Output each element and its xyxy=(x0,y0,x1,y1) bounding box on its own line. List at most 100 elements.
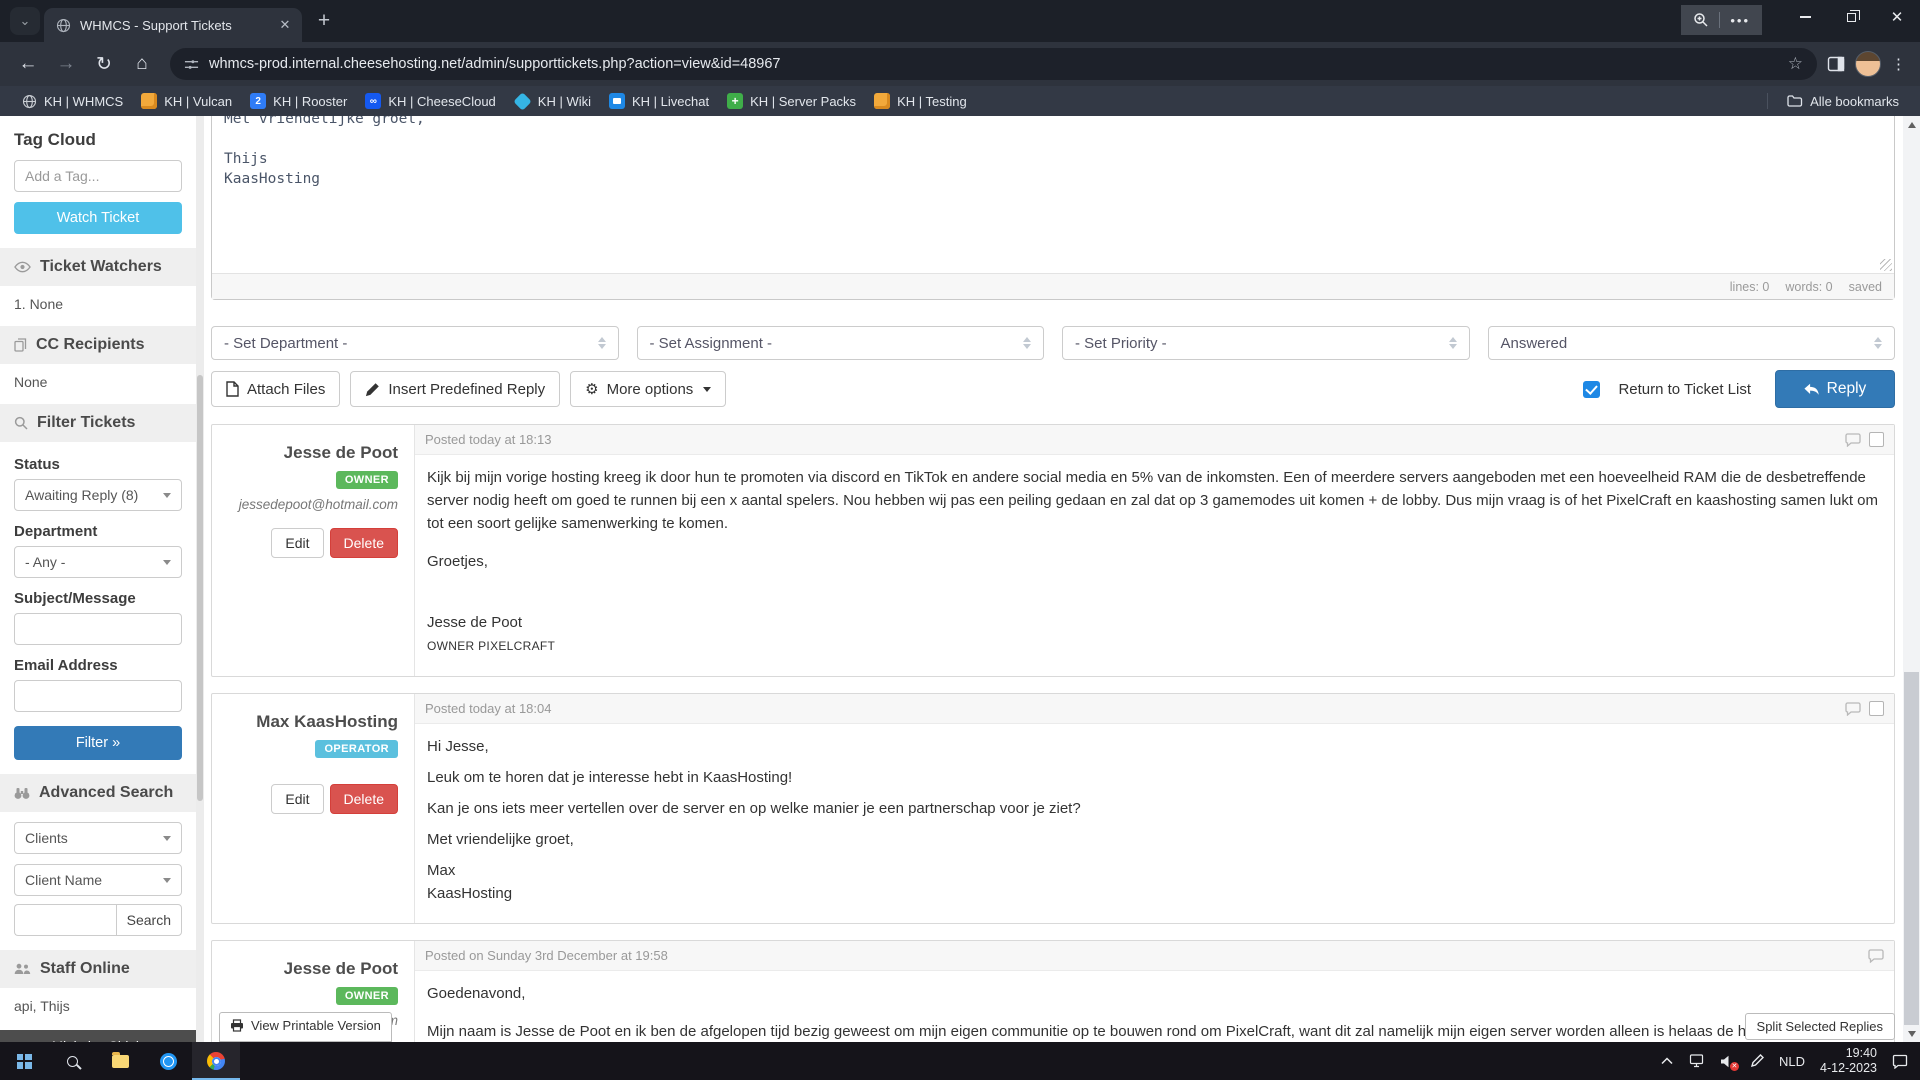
address-bar[interactable]: whmcs-prod.internal.cheesehosting.net/ad… xyxy=(170,48,1817,80)
scrollbar-thumb[interactable] xyxy=(1904,672,1919,1025)
back-button[interactable]: ← xyxy=(10,46,46,82)
page-scrollbar[interactable] xyxy=(1903,116,1920,1042)
select-reply-checkbox[interactable] xyxy=(1869,701,1884,716)
browser-tab[interactable]: WHMCS - Support Tickets ✕ xyxy=(44,8,302,42)
tray-expand-icon[interactable] xyxy=(1661,1057,1673,1065)
subject-message-input[interactable] xyxy=(14,613,182,645)
minimise-sidebar-button[interactable]: « Minimise Sidebar xyxy=(0,1030,196,1042)
textarea-resize-handle[interactable] xyxy=(1880,259,1892,271)
volume-muted-icon[interactable]: ✕ xyxy=(1720,1055,1735,1068)
side-panel-icon[interactable] xyxy=(1827,55,1845,73)
pen-icon[interactable] xyxy=(1750,1054,1764,1068)
delete-reply-button[interactable]: Delete xyxy=(330,528,398,558)
reload-button[interactable]: ↻ xyxy=(86,46,122,82)
bookmark-livechat[interactable]: KH | Livechat xyxy=(600,90,718,112)
email-address-input[interactable] xyxy=(14,680,182,712)
clock-app-button[interactable] xyxy=(144,1042,192,1080)
status-select[interactable]: Awaiting Reply (8) xyxy=(14,479,182,511)
ticket-watchers-header[interactable]: Ticket Watchers xyxy=(0,248,196,286)
window-close-button[interactable]: ✕ xyxy=(1874,0,1920,34)
zoom-widget-menu-icon[interactable]: ••• xyxy=(1730,13,1750,28)
new-tab-button[interactable]: + xyxy=(310,7,338,35)
profile-avatar[interactable] xyxy=(1855,51,1881,77)
chevron-down-icon xyxy=(163,560,171,565)
subject-message-label: Subject/Message xyxy=(14,590,182,607)
taskbar-search-button[interactable] xyxy=(48,1042,96,1080)
bookmark-server-packs[interactable]: + KH | Server Packs xyxy=(718,90,865,112)
lines-counter: lines: 0 xyxy=(1730,280,1770,294)
watch-ticket-button[interactable]: Watch Ticket xyxy=(14,202,182,234)
bookmark-label: KH | CheeseCloud xyxy=(388,94,495,109)
bookmark-wiki[interactable]: KH | Wiki xyxy=(505,91,600,112)
advanced-search-button[interactable]: Search xyxy=(116,904,182,936)
search-field-select[interactable]: Client Name xyxy=(14,864,182,896)
notification-center-icon[interactable] xyxy=(1892,1054,1908,1069)
filter-button[interactable]: Filter » xyxy=(14,726,182,760)
all-bookmarks-button[interactable]: Alle bookmarks xyxy=(1778,91,1908,112)
chat-favicon-icon xyxy=(609,93,625,109)
keyboard-language[interactable]: NLD xyxy=(1779,1054,1805,1069)
bookmark-label: KH | Wiki xyxy=(538,94,591,109)
department-select[interactable]: - Any - xyxy=(14,546,182,578)
search-icon xyxy=(67,1056,78,1067)
scroll-up-arrow[interactable] xyxy=(1903,116,1920,133)
forward-button[interactable]: → xyxy=(48,46,84,82)
scroll-down-arrow[interactable] xyxy=(1903,1025,1920,1042)
bookmark-label: KH | Rooster xyxy=(273,94,347,109)
comment-bubble-icon[interactable] xyxy=(1845,433,1861,447)
return-to-ticket-list-checkbox[interactable] xyxy=(1583,381,1600,398)
window-minimize-button[interactable] xyxy=(1782,0,1828,34)
ticket-watchers-title: Ticket Watchers xyxy=(40,258,162,276)
reply-button[interactable]: Reply xyxy=(1775,370,1895,408)
staff-online-title: Staff Online xyxy=(40,960,130,978)
set-assignment-select[interactable]: - Set Assignment - xyxy=(637,326,1045,360)
bookmark-vulcan[interactable]: KH | Vulcan xyxy=(132,90,241,112)
bookmark-label: KH | Vulcan xyxy=(164,94,232,109)
split-selected-replies-button[interactable]: Split Selected Replies xyxy=(1745,1013,1895,1040)
filter-tickets-header[interactable]: Filter Tickets xyxy=(0,404,196,442)
zoom-widget[interactable]: ••• xyxy=(1681,5,1762,35)
posted-timestamp: Posted on Sunday 3rd December at 19:58 xyxy=(425,948,668,963)
edit-reply-button[interactable]: Edit xyxy=(271,528,323,558)
tab-close-icon[interactable]: ✕ xyxy=(276,16,294,34)
chrome-taskbar-button[interactable] xyxy=(192,1042,240,1080)
set-department-select[interactable]: - Set Department - xyxy=(211,326,619,360)
comment-bubble-icon[interactable] xyxy=(1868,949,1884,963)
edit-reply-button[interactable]: Edit xyxy=(271,784,323,814)
taskbar-clock[interactable]: 19:40 4-12-2023 xyxy=(1820,1046,1877,1076)
cc-recipients-header[interactable]: CC Recipients xyxy=(0,326,196,364)
start-button[interactable] xyxy=(0,1042,48,1080)
file-explorer-button[interactable] xyxy=(96,1042,144,1080)
add-tag-input[interactable] xyxy=(14,160,182,192)
home-button[interactable]: ⌂ xyxy=(124,46,160,82)
sidebar-scrollbar[interactable] xyxy=(196,116,204,1042)
comment-bubble-icon[interactable] xyxy=(1845,702,1861,716)
window-restore-button[interactable] xyxy=(1828,0,1874,34)
more-options-button[interactable]: ⚙ More options xyxy=(570,371,726,407)
tab-search-button[interactable]: ⌄ xyxy=(10,7,40,35)
url-text[interactable]: whmcs-prod.internal.cheesehosting.net/ad… xyxy=(209,56,1778,72)
search-type-select[interactable]: Clients xyxy=(14,822,182,854)
view-printable-version-button[interactable]: View Printable Version xyxy=(219,1012,392,1042)
advanced-search-header[interactable]: Advanced Search xyxy=(0,774,196,812)
advanced-search-input[interactable] xyxy=(14,904,116,936)
set-priority-select[interactable]: - Set Priority - xyxy=(1062,326,1470,360)
bookmark-cheesecloud[interactable]: ∞ KH | CheeseCloud xyxy=(356,90,504,112)
network-icon[interactable] xyxy=(1688,1054,1705,1068)
site-info-icon[interactable] xyxy=(184,57,199,72)
bookmark-whmcs[interactable]: KH | WHMCS xyxy=(12,90,132,112)
windows-taskbar: ✕ NLD 19:40 4-12-2023 xyxy=(0,1042,1920,1080)
reply-textarea[interactable]: Met vriendelijke groet, Thijs KaasHostin… xyxy=(212,116,1894,273)
delete-reply-button[interactable]: Delete xyxy=(330,784,398,814)
staff-online-header[interactable]: Staff Online xyxy=(0,950,196,988)
bookmark-star-icon[interactable]: ☆ xyxy=(1788,54,1811,74)
ticket-status-select[interactable]: Answered xyxy=(1488,326,1896,360)
bookmark-rooster[interactable]: 2 KH | Rooster xyxy=(241,90,356,112)
select-reply-checkbox[interactable] xyxy=(1869,432,1884,447)
insert-predefined-reply-button[interactable]: Insert Predefined Reply xyxy=(350,371,560,407)
browser-menu-icon[interactable]: ⋮ xyxy=(1891,55,1906,73)
reply-message: Kijk bij mijn vorige hosting kreeg ik do… xyxy=(415,455,1894,676)
attach-files-button[interactable]: Attach Files xyxy=(211,371,340,407)
bookmark-testing[interactable]: KH | Testing xyxy=(865,90,976,112)
message-paragraph: Kijk bij mijn vorige hosting kreeg ik do… xyxy=(427,466,1882,535)
